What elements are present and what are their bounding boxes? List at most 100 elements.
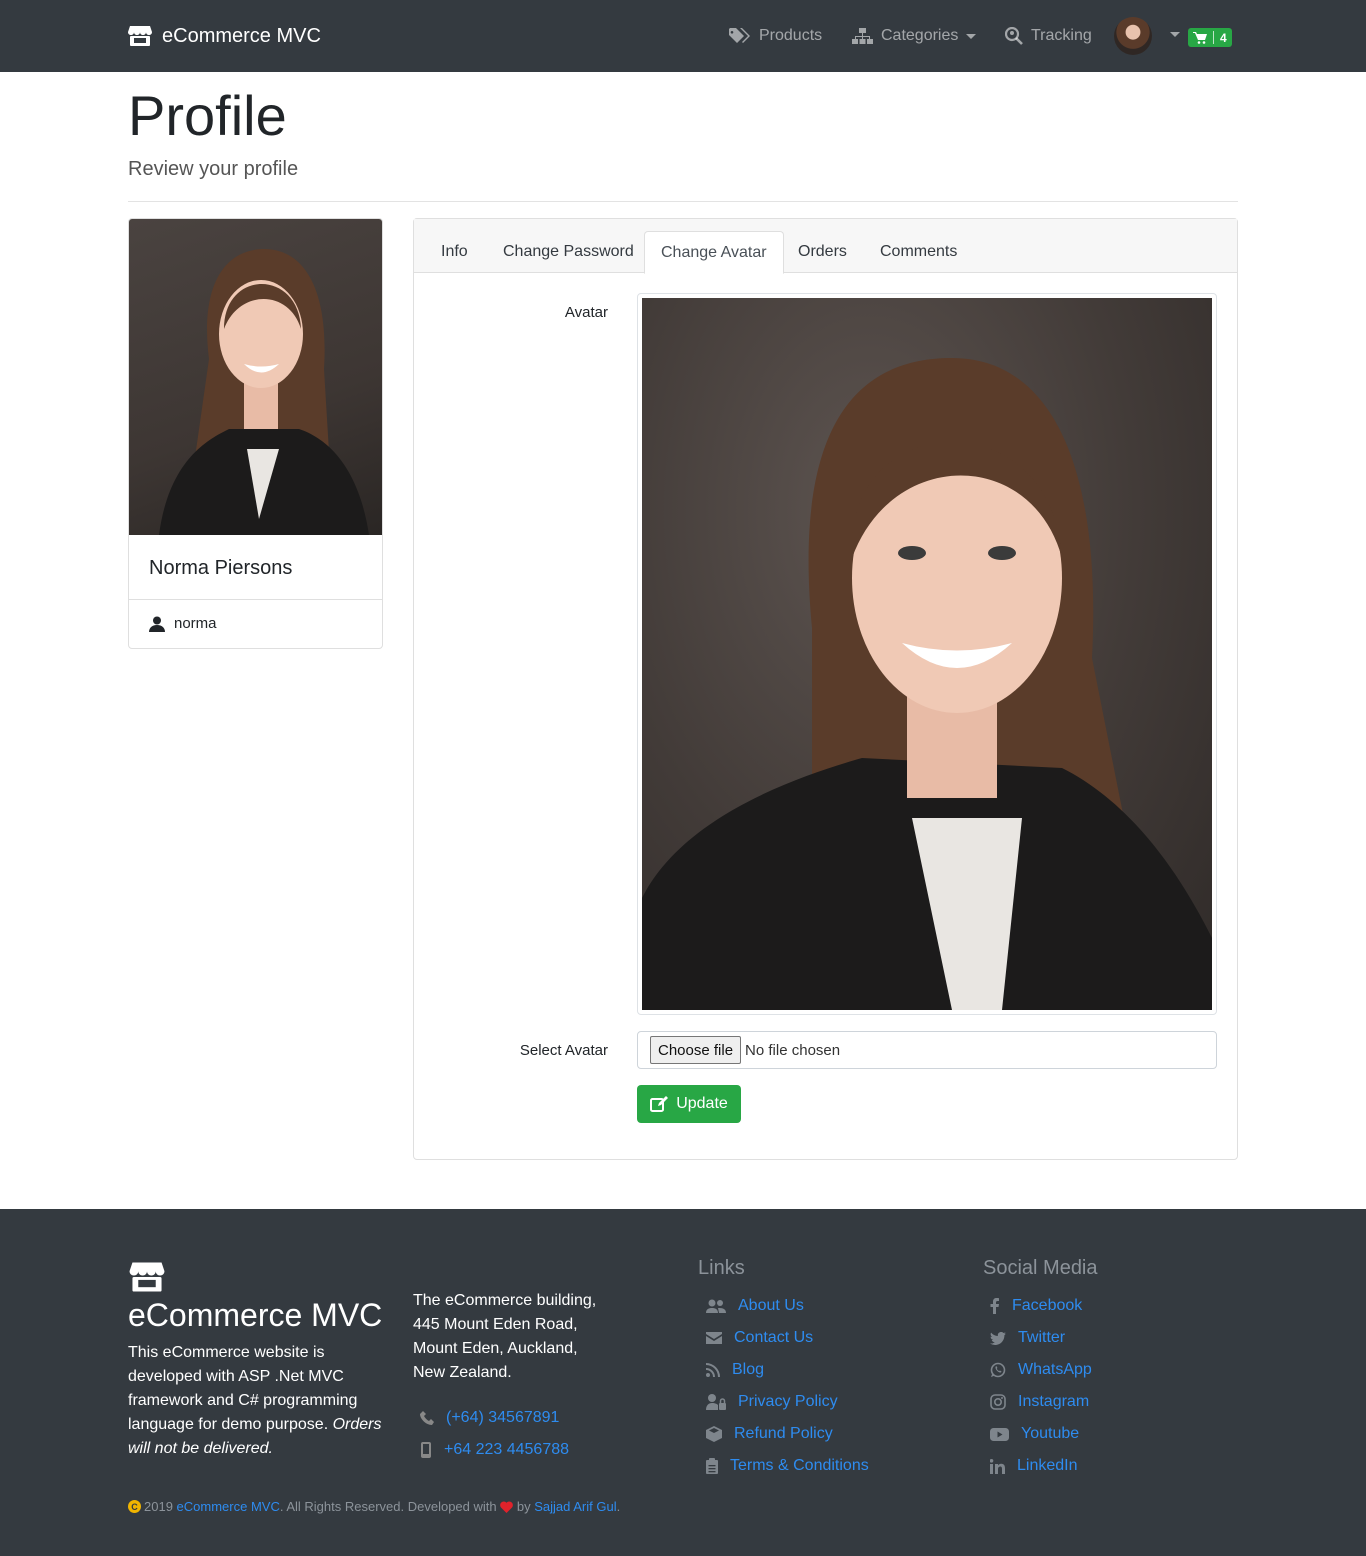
avatar-label: Avatar	[564, 304, 608, 321]
footer-mobile[interactable]: +64 223 4456788	[420, 1441, 569, 1459]
link-refund-policy[interactable]: Refund Policy	[706, 1425, 833, 1443]
facebook-icon	[990, 1298, 999, 1314]
envelope-icon	[706, 1332, 722, 1344]
link-label: Refund Policy	[734, 1425, 833, 1442]
link-blog[interactable]: Blog	[706, 1361, 764, 1379]
avatar-file-input[interactable]: Choose file No file chosen	[637, 1031, 1217, 1069]
youtube-icon	[990, 1427, 1009, 1441]
nav-tracking[interactable]: Tracking	[1005, 24, 1092, 48]
footer-phone-text: (+64) 34567891	[446, 1409, 560, 1426]
address-line: 445 Mount Eden Road,	[413, 1316, 578, 1333]
address-line: New Zealand.	[413, 1364, 512, 1381]
footer-description: This eCommerce website is developed with…	[128, 1341, 388, 1461]
social-label: Youtube	[1021, 1425, 1080, 1442]
link-contact-us[interactable]: Contact Us	[706, 1329, 813, 1347]
user-menu-chevron-icon[interactable]	[1170, 32, 1180, 37]
social-instagram[interactable]: Instagram	[990, 1393, 1089, 1411]
tab-comments[interactable]: Comments	[864, 231, 973, 273]
address-line: Mount Eden, Auckland,	[413, 1340, 578, 1357]
social-twitter[interactable]: Twitter	[990, 1329, 1065, 1347]
footer-mobile-text: +64 223 4456788	[444, 1441, 570, 1458]
links-heading: Links	[698, 1257, 745, 1279]
social-label: LinkedIn	[1017, 1457, 1078, 1474]
clipboard-icon	[706, 1458, 718, 1474]
tab-change-password[interactable]: Change Password	[487, 231, 650, 273]
page-subtitle: Review your profile	[128, 158, 299, 180]
link-terms-conditions[interactable]: Terms & Conditions	[706, 1457, 869, 1475]
social-facebook[interactable]: Facebook	[990, 1297, 1082, 1315]
copyright-by: by	[516, 1499, 531, 1514]
cart-button[interactable]: 4	[1188, 28, 1232, 47]
navbar: eCommerce MVC Products Categories Tracki…	[0, 0, 1366, 72]
avatar-preview	[637, 293, 1217, 1015]
tab-bar: Info Change Password Change Avatar Order…	[414, 219, 1237, 274]
copyright-text: . All Rights Reserved. Developed with	[279, 1499, 497, 1514]
profile-name: Norma Piersons	[149, 557, 293, 579]
user-icon	[149, 616, 165, 632]
portrait-illustration-large	[642, 358, 1212, 1010]
profile-tab-panel: Info Change Password Change Avatar Order…	[413, 218, 1238, 1160]
link-label: Contact Us	[734, 1329, 814, 1346]
nav-categories[interactable]: Categories	[852, 24, 977, 48]
select-avatar-label: Select Avatar	[519, 1042, 608, 1059]
file-status: No file chosen	[745, 1041, 841, 1059]
cart-icon	[1193, 31, 1207, 44]
card-divider	[129, 599, 382, 600]
cart-count: 4	[1220, 30, 1227, 45]
tab-orders[interactable]: Orders	[782, 231, 863, 273]
link-about-us[interactable]: About Us	[706, 1297, 804, 1315]
link-privacy-policy[interactable]: Privacy Policy	[706, 1393, 838, 1411]
cart-separator	[1213, 31, 1214, 44]
footer-address: The eCommerce building, 445 Mount Eden R…	[413, 1289, 613, 1385]
edit-icon	[650, 1096, 669, 1112]
user-avatar[interactable]	[1114, 17, 1152, 55]
footer-store-icon	[129, 1262, 165, 1292]
footer-phone[interactable]: (+64) 34567891	[420, 1409, 559, 1427]
tab-change-avatar[interactable]: Change Avatar	[644, 231, 784, 274]
update-button-label: Update	[676, 1095, 728, 1112]
tags-icon	[729, 28, 750, 43]
avatar-image	[642, 298, 1212, 1010]
store-icon	[128, 26, 152, 46]
profile-username-row: norma	[149, 615, 217, 632]
developer-link[interactable]: Sajjad Arif Gul	[534, 1499, 616, 1514]
social-label: Instagram	[1018, 1393, 1090, 1410]
footer-brand: eCommerce MVC	[128, 1297, 383, 1333]
rss-icon	[706, 1363, 720, 1377]
copyright-year: 2019	[144, 1499, 173, 1514]
users-icon	[706, 1299, 726, 1313]
profile-photo	[129, 219, 382, 535]
nav-tracking-label: Tracking	[1031, 27, 1092, 44]
link-label: Blog	[732, 1361, 765, 1378]
copyright-brand-link[interactable]: eCommerce MVC	[177, 1499, 280, 1514]
social-whatsapp[interactable]: WhatsApp	[990, 1361, 1092, 1379]
choose-file-button[interactable]: Choose file	[650, 1036, 742, 1064]
tab-info[interactable]: Info	[425, 231, 484, 273]
chevron-down-icon	[966, 33, 977, 39]
address-line: The eCommerce building,	[413, 1292, 597, 1309]
copyright-icon: C	[128, 1500, 141, 1513]
instagram-icon	[990, 1394, 1006, 1410]
footer: eCommerce MVC This eCommerce website is …	[0, 1209, 1366, 1556]
profile-card: Norma Piersons norma	[128, 218, 383, 649]
nav-products[interactable]: Products	[729, 24, 822, 48]
brand-text: eCommerce MVC	[162, 24, 321, 47]
heart-icon	[500, 1501, 514, 1513]
page-title: Profile	[128, 84, 287, 147]
profile-username: norma	[174, 615, 217, 632]
user-lock-icon	[706, 1394, 726, 1410]
header-divider	[128, 201, 1238, 202]
social-linkedin[interactable]: LinkedIn	[990, 1457, 1078, 1475]
nav-categories-label: Categories	[881, 27, 959, 44]
phone-icon	[420, 1411, 434, 1425]
link-label: Terms & Conditions	[730, 1457, 869, 1474]
update-button[interactable]: Update	[637, 1085, 741, 1123]
copyright-end: .	[616, 1499, 621, 1514]
whatsapp-icon	[990, 1362, 1006, 1378]
twitter-icon	[990, 1331, 1006, 1345]
sitemap-icon	[852, 28, 873, 44]
brand-link[interactable]: eCommerce MVC	[128, 22, 321, 50]
link-label: About Us	[738, 1297, 804, 1314]
copyright: C 2019 eCommerce MVC. All Rights Reserve…	[128, 1499, 620, 1514]
social-youtube[interactable]: Youtube	[990, 1425, 1079, 1443]
